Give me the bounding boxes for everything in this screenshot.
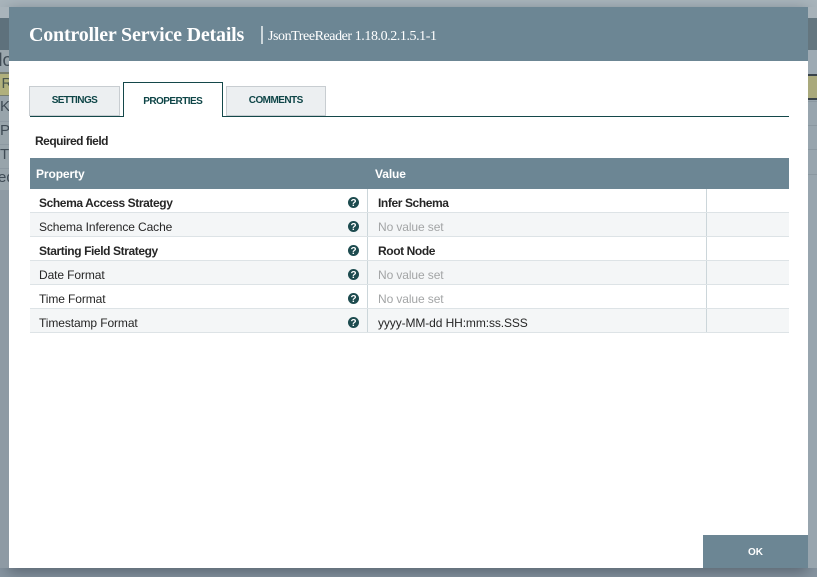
svg-text:?: ? (350, 293, 356, 303)
svg-text:?: ? (350, 197, 356, 207)
svg-text:?: ? (350, 221, 356, 231)
svg-text:?: ? (350, 245, 356, 255)
svg-text:?: ? (350, 269, 356, 279)
svg-text:?: ? (350, 317, 356, 327)
